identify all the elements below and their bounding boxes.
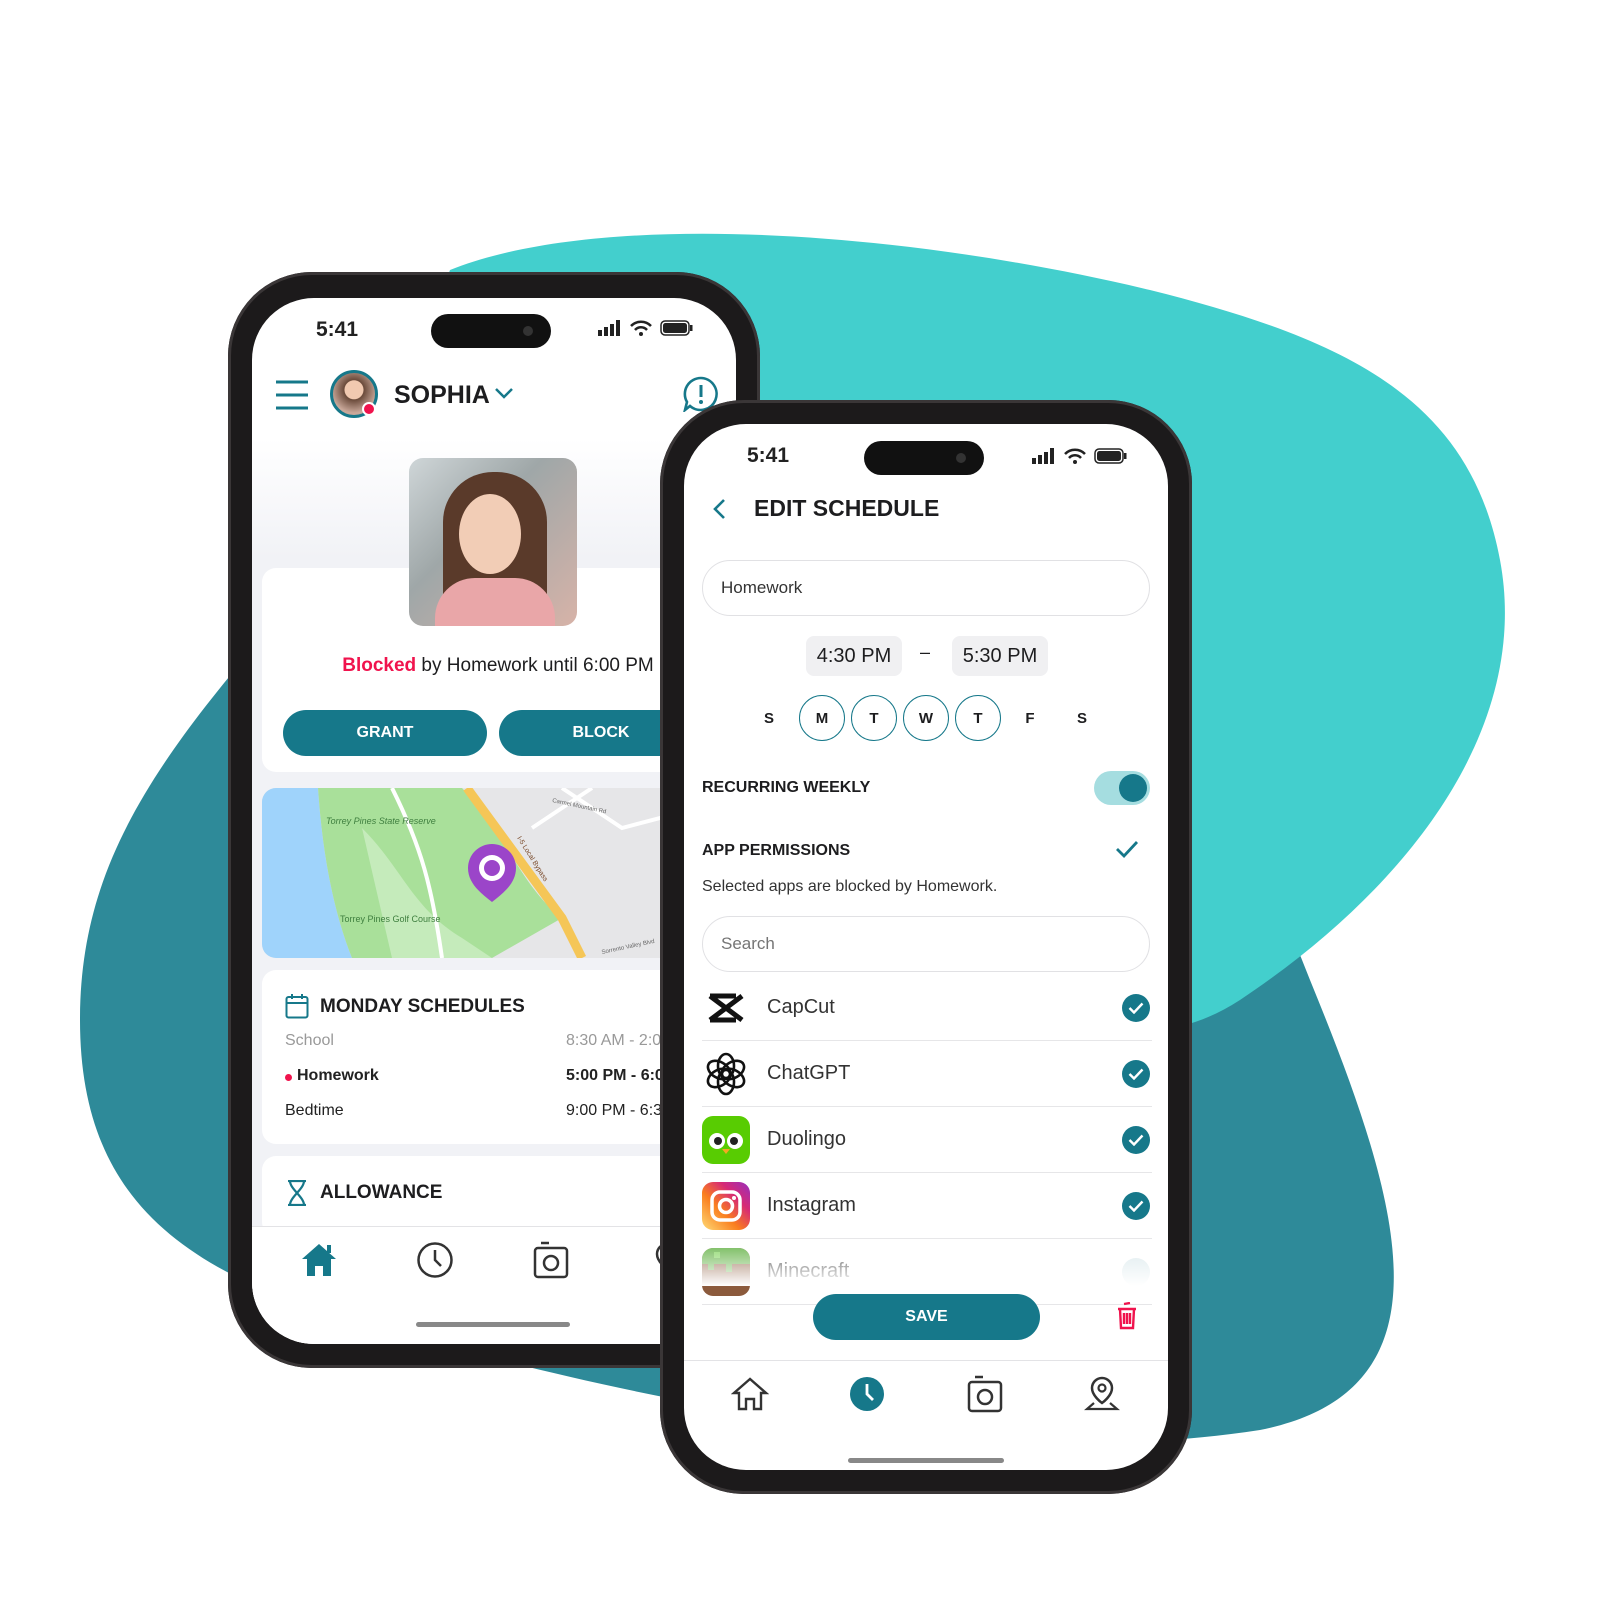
signal-icon — [1032, 448, 1054, 464]
nav-location-icon[interactable] — [1077, 1369, 1127, 1419]
nav-clock-icon[interactable] — [410, 1235, 460, 1285]
day-toggle[interactable]: S — [1059, 695, 1105, 741]
day-toggle[interactable]: T — [955, 695, 1001, 741]
day-toggle[interactable]: W — [903, 695, 949, 741]
app-checkbox[interactable] — [1122, 1059, 1150, 1088]
day-toggle[interactable]: F — [1007, 695, 1053, 741]
schedule-name[interactable]: School — [285, 1032, 334, 1050]
permissions-label: APP PERMISSIONS — [702, 842, 851, 859]
status-icons — [598, 320, 694, 336]
schedule-time: 9:00 PM - 6:3 — [566, 1102, 663, 1119]
duolingo-icon — [702, 1115, 750, 1164]
dynamic-island — [431, 314, 551, 348]
day-toggle[interactable]: S — [746, 695, 792, 741]
calendar-icon — [285, 994, 309, 1019]
app-row[interactable]: CapCut — [702, 975, 1152, 1041]
app-row[interactable]: Duolingo — [702, 1107, 1152, 1173]
status-time: 5:41 — [747, 444, 790, 467]
nav-camera-icon[interactable] — [960, 1369, 1010, 1419]
capcut-icon — [702, 984, 750, 1032]
schedules-title: MONDAY SCHEDULES — [320, 996, 525, 1017]
back-chevron-icon[interactable] — [712, 498, 726, 520]
wifi-icon — [630, 320, 652, 336]
app-name: Duolingo — [767, 1128, 846, 1150]
edit-schedule-screen: 5:41 EDIT SCHEDULE Homework 4:30 PM – 5:… — [684, 424, 1168, 1470]
hamburger-icon[interactable] — [276, 380, 308, 410]
nav-camera-icon[interactable] — [526, 1235, 576, 1285]
child-name[interactable]: SOPHIA — [394, 381, 490, 410]
day-toggle[interactable]: T — [851, 695, 897, 741]
nav-home-icon[interactable] — [725, 1369, 775, 1419]
app-search-input[interactable] — [702, 916, 1150, 972]
wifi-icon — [1064, 448, 1086, 464]
chatgpt-icon — [702, 1050, 750, 1098]
checkmark-icon[interactable] — [1115, 840, 1139, 858]
permissions-subtitle: Selected apps are blocked by Homework. — [702, 878, 998, 895]
blocked-detail: by Homework until 6:00 PM — [416, 655, 654, 676]
alert-dot — [362, 402, 376, 416]
app-name: ChatGPT — [767, 1062, 851, 1084]
home-indicator — [416, 1322, 570, 1327]
page-title: EDIT SCHEDULE — [754, 495, 940, 521]
recurring-toggle[interactable] — [1094, 771, 1150, 805]
end-time-picker[interactable]: 5:30 PM — [952, 636, 1048, 676]
recurring-label: RECURRING WEEKLY — [702, 779, 871, 796]
signal-icon — [598, 320, 620, 336]
instagram-icon — [702, 1181, 750, 1230]
schedule-time: 5:00 PM - 6:0 — [566, 1067, 664, 1084]
schedule-name[interactable]: Homework — [297, 1067, 379, 1085]
status-icons — [1032, 448, 1128, 464]
grant-button[interactable]: GRANT — [283, 710, 487, 756]
map-label: Torrey Pines State Reserve — [326, 816, 436, 826]
nav-clock-icon[interactable] — [842, 1369, 892, 1419]
right-phone: 5:41 EDIT SCHEDULE Homework 4:30 PM – 5:… — [660, 400, 1192, 1494]
status-time: 5:41 — [316, 318, 359, 341]
nav-divider — [684, 1360, 1168, 1361]
schedule-time: 8:30 AM - 2:0 — [566, 1032, 662, 1049]
dynamic-island — [864, 441, 984, 475]
trash-icon[interactable] — [1116, 1302, 1138, 1330]
app-name: Instagram — [767, 1194, 856, 1216]
active-dot — [285, 1074, 292, 1081]
start-time-picker[interactable]: 4:30 PM — [806, 636, 902, 676]
map-label: Torrey Pines Golf Course — [340, 914, 441, 924]
day-toggle[interactable]: M — [799, 695, 845, 741]
blocked-label: Blocked — [342, 655, 417, 676]
allowance-title: ALLOWANCE — [320, 1182, 443, 1203]
battery-icon — [1094, 448, 1127, 464]
nav-home-icon[interactable] — [294, 1235, 344, 1285]
hourglass-icon — [288, 1180, 306, 1206]
app-checkbox[interactable] — [1122, 993, 1150, 1022]
save-button[interactable]: SAVE — [813, 1294, 1040, 1340]
app-row[interactable]: ChatGPT — [702, 1041, 1152, 1107]
app-name: CapCut — [767, 996, 835, 1018]
schedule-name[interactable]: Bedtime — [285, 1102, 344, 1120]
child-photo — [409, 458, 577, 626]
list-fade — [684, 1236, 1168, 1286]
time-separator: – — [920, 642, 931, 662]
chevron-down-icon[interactable] — [495, 388, 513, 400]
home-indicator — [848, 1458, 1004, 1463]
schedule-name-input[interactable]: Homework — [702, 560, 1150, 616]
app-checkbox[interactable] — [1122, 1125, 1150, 1154]
battery-icon — [660, 320, 693, 336]
app-checkbox[interactable] — [1122, 1191, 1150, 1220]
app-row[interactable]: Instagram — [702, 1173, 1152, 1239]
